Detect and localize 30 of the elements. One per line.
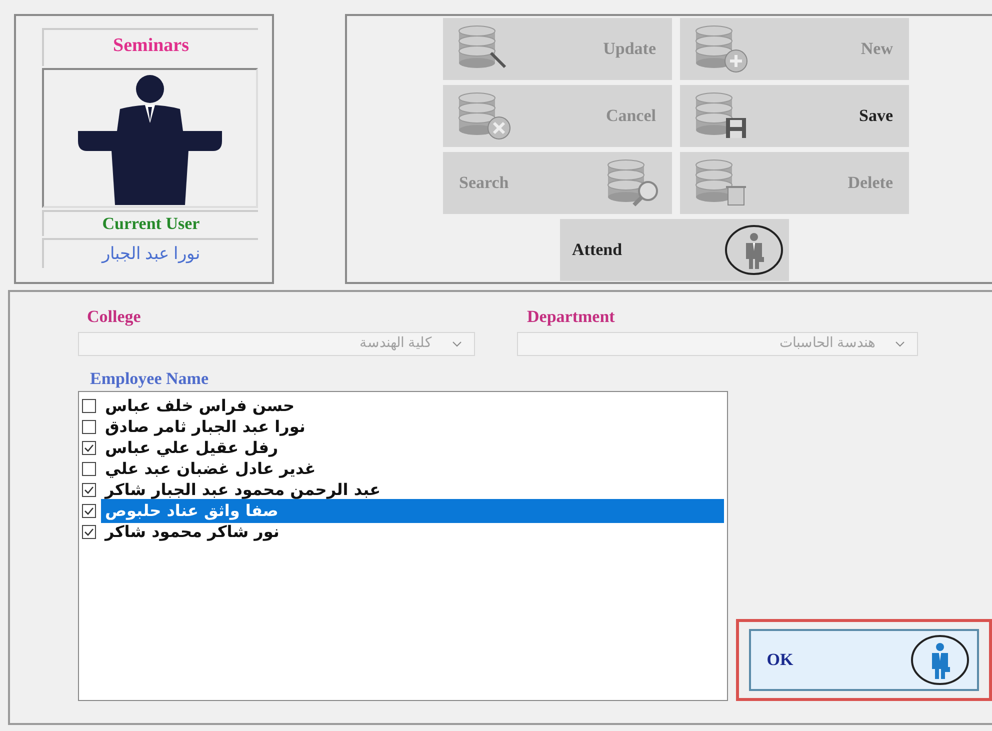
checkbox[interactable]: [82, 440, 96, 454]
list-item[interactable]: حسن فراس خلف عباس: [82, 395, 724, 416]
checkmark-icon: [84, 526, 94, 536]
app-title: Seminars: [42, 28, 258, 66]
attend-button[interactable]: Attend: [560, 219, 789, 281]
user-name: نورا عبد الجبار: [42, 238, 258, 268]
checkbox[interactable]: [82, 420, 96, 434]
field-label: Department: [526, 306, 616, 328]
checkmark-icon: [84, 506, 94, 516]
list-item[interactable]: غدير عادل غضبان عبد علي: [82, 458, 724, 479]
chevron-down-icon: [452, 340, 462, 346]
checkbox[interactable]: [82, 524, 96, 538]
checkmark-icon: [84, 442, 94, 452]
checkbox[interactable]: [82, 504, 96, 518]
businessman-icon: [908, 634, 971, 686]
toolbar-button[interactable]: Save: [680, 85, 909, 147]
list-item[interactable]: نورا عبد الجبار ثامر صادق: [82, 416, 724, 437]
list-item[interactable]: رفل عقيل علي عباس: [82, 437, 724, 458]
checkmark-icon: [84, 484, 94, 494]
checkbox[interactable]: [82, 398, 96, 412]
chevron-down-icon: [895, 340, 905, 346]
field-label: Employee Name: [89, 368, 210, 390]
user-caption: Current User: [42, 210, 258, 236]
field-label: College: [86, 306, 142, 328]
checkbox[interactable]: [82, 482, 96, 496]
ok-button[interactable]: OK: [748, 629, 979, 691]
businessman-icon: [723, 224, 785, 276]
list-item[interactable]: عبد الرحمن محمود عبد الجبار شاكر: [82, 479, 724, 500]
list-item[interactable]: نور شاكر محمود شاكر: [82, 521, 724, 542]
checkbox[interactable]: [82, 462, 96, 476]
